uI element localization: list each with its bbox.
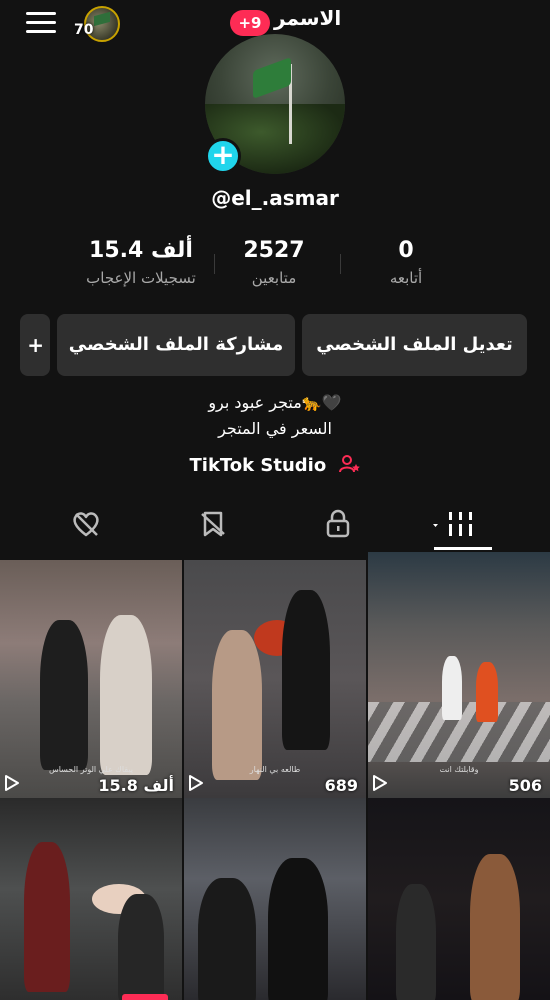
- followers-value: 2527: [243, 238, 305, 263]
- tile-figure: [470, 854, 520, 1000]
- menu-icon[interactable]: [26, 12, 56, 34]
- tab-videos[interactable]: [414, 500, 514, 550]
- story-avatar-count: 70: [74, 22, 94, 38]
- bottom-nav-indicator: [122, 994, 168, 1000]
- likes-value: 15.4 ألف: [89, 238, 193, 263]
- video-grid: يبقاك علي الوتر الحساس 15.8 ألف طالعه بي…: [0, 552, 550, 1000]
- video-tile[interactable]: [368, 798, 550, 1000]
- play-icon: [189, 775, 203, 791]
- tile-figure: [24, 842, 70, 992]
- play-icon: [5, 775, 19, 791]
- video-caption: وقابلتك انت: [439, 765, 479, 774]
- tab-saved[interactable]: [163, 500, 263, 550]
- video-caption: طالعه بي النهار: [249, 765, 301, 774]
- video-tile[interactable]: طالعه بي النهار 689: [184, 560, 366, 798]
- tile-figure: [198, 878, 256, 1000]
- video-caption: يبقاك علي الوتر الحساس: [48, 765, 134, 774]
- add-friends-button[interactable]: +: [20, 314, 50, 376]
- tile-figure: [476, 662, 498, 722]
- following-value: 0: [398, 238, 414, 263]
- tile-figure: [118, 894, 164, 1000]
- play-icon: [373, 775, 387, 791]
- video-tile[interactable]: وقابلتك انت 506: [368, 552, 550, 798]
- bookmark-hidden-icon: [201, 511, 225, 537]
- video-tile[interactable]: يبقاك علي الوتر الحساس 15.8 ألف: [0, 560, 182, 798]
- profile-actions: + مشاركة الملف الشخصي تعديل الملف الشخصي: [0, 314, 550, 376]
- profile-handle: @el_.asmar: [211, 186, 339, 210]
- tile-figure: [40, 620, 88, 770]
- stat-divider: [340, 254, 341, 274]
- profile-stats: 15.4 ألف تسجيلات الإعجاب 2527 متابعين 0 …: [0, 238, 550, 296]
- tab-private[interactable]: [288, 500, 388, 550]
- video-tile[interactable]: [184, 798, 366, 1000]
- notification-badge[interactable]: +9: [230, 10, 270, 36]
- add-story-icon[interactable]: +: [205, 138, 241, 174]
- liked-hidden-icon: [73, 512, 99, 537]
- video-views: 689: [324, 776, 358, 795]
- videos-grid-icon: [433, 512, 472, 536]
- profile-bio: متجر عبود برو🐆🖤 السعر في المتجر: [0, 390, 550, 442]
- bio-line-1: متجر عبود برو🐆🖤: [208, 393, 342, 412]
- video-views: 506: [508, 776, 542, 795]
- likes-label: تسجيلات الإعجاب: [86, 269, 196, 287]
- tiktok-studio-link[interactable]: TikTok Studio: [0, 454, 550, 480]
- active-tab-indicator: [434, 547, 492, 550]
- tile-figure: [100, 615, 152, 775]
- tile-figure: [442, 656, 462, 720]
- stat-likes[interactable]: 15.4 ألف تسجيلات الإعجاب: [66, 238, 216, 287]
- tab-liked[interactable]: [36, 500, 136, 550]
- edit-profile-button[interactable]: تعديل الملف الشخصي: [302, 314, 527, 376]
- studio-person-star-icon: [338, 455, 361, 476]
- studio-label: TikTok Studio: [189, 455, 327, 476]
- page-title[interactable]: الاسمر: [274, 6, 341, 30]
- stat-following[interactable]: 0 أتابعه: [356, 238, 456, 287]
- following-label: أتابعه: [389, 269, 423, 287]
- tile-figure: [282, 590, 330, 750]
- tile-figure: [396, 884, 436, 1000]
- bio-line-2: السعر في المتجر: [218, 419, 332, 438]
- video-views: 15.8 ألف: [98, 776, 174, 795]
- lock-icon: [326, 509, 350, 538]
- stat-followers[interactable]: 2527 متابعين: [214, 238, 334, 287]
- video-tile[interactable]: [0, 798, 182, 1000]
- profile-tabs: [0, 500, 550, 550]
- followers-label: متابعين: [251, 269, 297, 287]
- tile-figure: [268, 858, 328, 1000]
- tile-figure: [212, 630, 262, 780]
- avatar-flag-shape: [253, 57, 291, 99]
- profile-avatar-wrap: +: [205, 34, 345, 176]
- share-profile-button[interactable]: مشاركة الملف الشخصي: [57, 314, 295, 376]
